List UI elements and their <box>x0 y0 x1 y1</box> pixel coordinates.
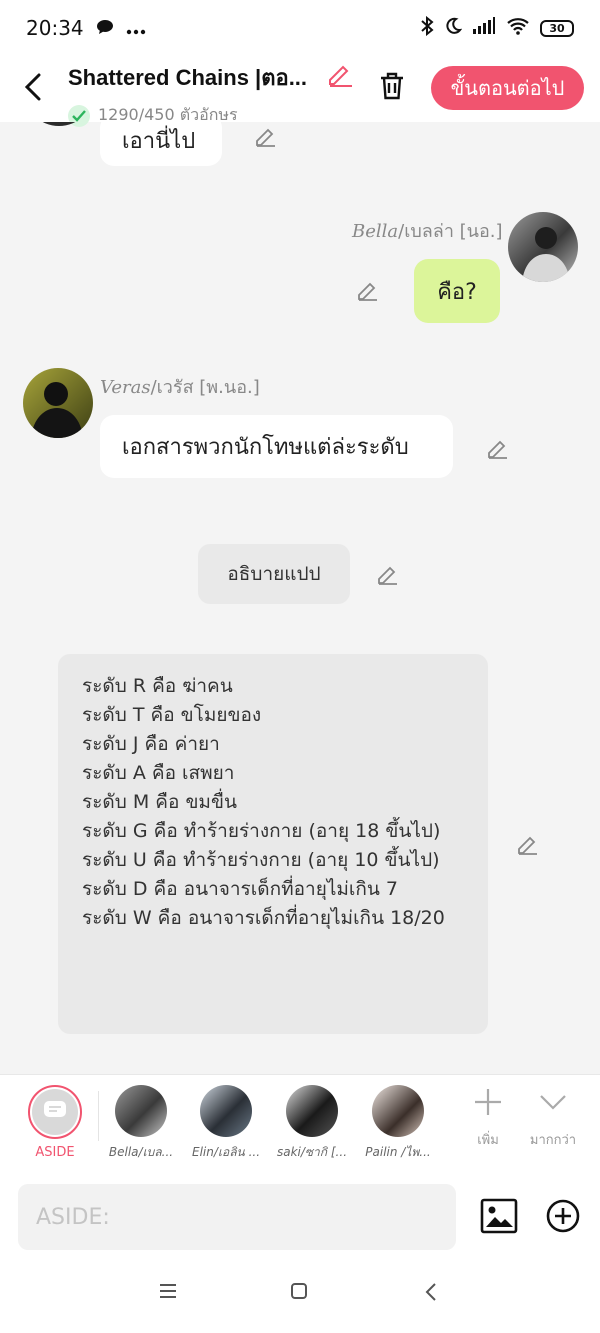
chat-area[interactable]: เอานี่ไป Bella/เบลล่า [นอ.] คือ? Veras/เ… <box>0 122 600 1074</box>
character-bella[interactable]: Bella/เบล... <box>101 1085 181 1162</box>
avatar <box>200 1085 252 1137</box>
plus-icon <box>473 1089 503 1121</box>
aside-line: ระดับ T คือ ขโมยของ <box>82 704 262 726</box>
edit-pencil-icon[interactable] <box>516 832 540 860</box>
battery-icon: 30 <box>540 19 574 37</box>
back-button[interactable] <box>0 56 66 122</box>
chevron-left-icon <box>24 73 42 105</box>
speaker-name-th: /เบลล่า [นอ.] <box>398 221 503 242</box>
avatar[interactable] <box>24 122 94 126</box>
input-bar <box>0 1172 600 1258</box>
avatar[interactable] <box>508 212 578 282</box>
speaker-name: Veras/เวรัส [พ.นอ.] <box>100 372 260 401</box>
menu-icon[interactable] <box>158 1282 178 1304</box>
character-selector: ASIDE Bella/เบล... Elin/เอลิน ... saki/ซ… <box>0 1074 600 1172</box>
next-step-button[interactable]: ขั้นตอนต่อไป <box>431 66 584 110</box>
speaker-name-en: Veras <box>100 377 151 398</box>
avatar <box>286 1085 338 1137</box>
message-bubble-own[interactable]: คือ? <box>414 259 500 323</box>
signal-icon <box>472 16 496 40</box>
aside-line: ระดับ J คือ ค่ายา <box>82 733 220 755</box>
add-label: เพิ่ม <box>477 1133 499 1148</box>
message-text: เอานี่ไป <box>122 128 196 154</box>
character-label: Pailin /ไพ... <box>365 1145 431 1159</box>
aside-avatar <box>28 1085 82 1139</box>
chevron-down-icon <box>538 1095 568 1121</box>
story-title[interactable]: Shattered Chains |ตอ... <box>68 60 318 95</box>
add-circle-icon[interactable] <box>546 1199 580 1237</box>
message-bubble[interactable]: เอานี่ไป <box>100 122 222 166</box>
aside-line: ระดับ M คือ ขมขื่น <box>82 791 237 813</box>
status-time: 20:34 <box>26 16 84 40</box>
bluetooth-icon <box>420 15 434 41</box>
message-icon <box>43 1100 67 1124</box>
wifi-icon <box>506 17 530 40</box>
edit-pencil-icon[interactable] <box>356 278 380 306</box>
story-title-block: Shattered Chains |ตอ... 1290/450 ตัวอักษ… <box>68 60 358 128</box>
edit-pencil-icon[interactable] <box>254 124 278 152</box>
more-label: มากกว่า <box>529 1133 577 1148</box>
message-text: คือ? <box>437 279 477 305</box>
aside-line: ระดับ D คือ อนาจารเด็กที่อายุไม่เกิน 7 <box>82 878 399 900</box>
character-label: Elin/เอลิน ... <box>191 1145 261 1159</box>
aside-line: ระดับ U คือ ทำร้ายร่างกาย (อายุ 10 ขึ้นไ… <box>82 849 440 871</box>
aside-line: ระดับ R คือ ฆ่าคน <box>82 675 233 697</box>
narration-bubble[interactable]: อธิบายแปป <box>198 544 350 604</box>
speaker-name: Bella/เบลล่า [นอ.] <box>352 216 503 245</box>
avatar <box>115 1085 167 1137</box>
aside-line: ระดับ G คือ ทำร้ายร่างกาย (อายุ 18 ขึ้นไ… <box>82 820 441 842</box>
avatar[interactable] <box>23 368 93 438</box>
battery-level: 30 <box>549 21 565 35</box>
character-pailin[interactable]: Pailin /ไพ... <box>358 1085 438 1162</box>
narration-text: อธิบายแปป <box>227 563 321 585</box>
edit-title-icon[interactable] <box>326 60 354 92</box>
message-bubble[interactable]: เอกสารพวกนักโทษแต่ล่ะระดับ <box>100 415 453 478</box>
back-nav-icon[interactable] <box>424 1282 438 1306</box>
speaker-name-th: /เวรัส [พ.นอ.] <box>150 377 260 398</box>
chat-bubble-icon <box>96 16 114 40</box>
image-icon[interactable] <box>480 1198 518 1238</box>
aside-line: ระดับ A คือ เสพยา <box>82 762 235 784</box>
more-dots-icon <box>126 16 146 40</box>
character-label: ASIDE <box>35 1145 75 1160</box>
message-input[interactable] <box>18 1184 456 1250</box>
add-character-button[interactable]: เพิ่ม <box>458 1087 518 1150</box>
character-elin[interactable]: Elin/เอลิน ... <box>186 1085 266 1162</box>
trash-icon[interactable] <box>376 70 408 106</box>
moon-icon <box>444 17 463 40</box>
avatar <box>372 1085 424 1137</box>
character-aside[interactable]: ASIDE <box>15 1085 95 1160</box>
chat-header: Shattered Chains |ตอ... 1290/450 ตัวอักษ… <box>0 56 600 127</box>
edit-pencil-icon[interactable] <box>376 562 400 590</box>
more-button[interactable]: มากกว่า <box>523 1087 583 1150</box>
system-nav-bar <box>0 1258 600 1333</box>
character-saki[interactable]: saki/ซากิ [... <box>272 1085 352 1162</box>
status-bar: 20:34 30 <box>0 0 600 56</box>
character-label: saki/ซากิ [... <box>276 1145 348 1159</box>
home-icon[interactable] <box>290 1282 308 1304</box>
message-text: เอกสารพวกนักโทษแต่ล่ะระดับ <box>122 435 409 460</box>
speaker-name-en: Bella <box>352 221 399 242</box>
character-label: Bella/เบล... <box>108 1145 174 1159</box>
divider <box>98 1091 99 1141</box>
edit-pencil-icon[interactable] <box>486 436 510 464</box>
aside-bubble[interactable]: ระดับ R คือ ฆ่าคน ระดับ T คือ ขโมยของ ระ… <box>58 654 488 1034</box>
aside-line: ระดับ W คือ อนาจารเด็กที่อายุไม่เกิน 18/… <box>82 907 445 929</box>
